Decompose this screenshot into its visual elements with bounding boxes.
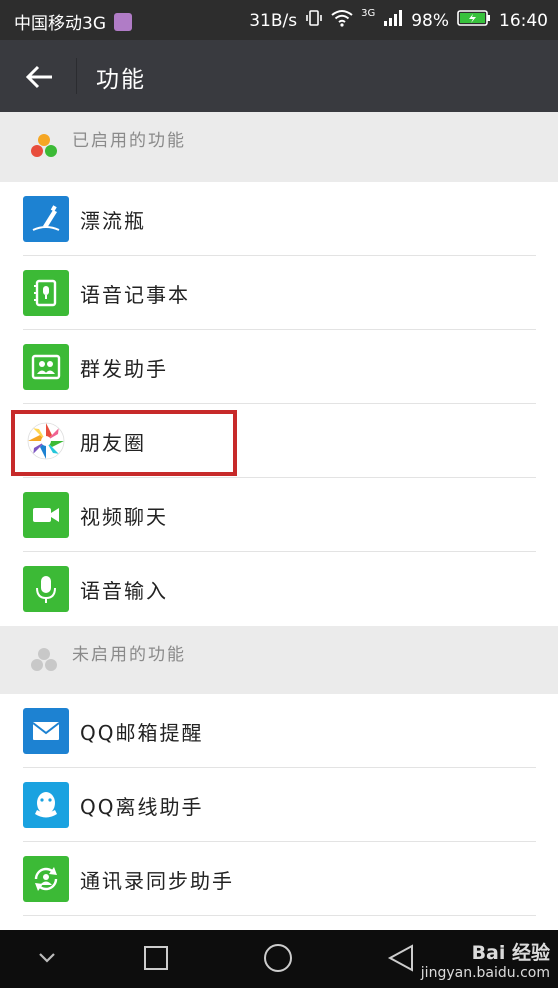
baidu-jingyan-watermark: Bai 经验 jingyan.baidu.com [421, 938, 550, 981]
feature-label: 语音记事本 [80, 283, 190, 307]
feature-row-mass-send[interactable]: 群发助手 [0, 330, 558, 404]
disabled-list: QQ邮箱提醒 QQ离线助手 通讯录同步助手 [0, 694, 558, 916]
title-divider [76, 58, 77, 94]
enabled-section-header: 已启用的功能 [0, 112, 558, 182]
feature-label: QQ离线助手 [80, 795, 204, 819]
vibrate-icon [305, 9, 323, 32]
grey-dots-icon [30, 646, 58, 674]
drift-bottle-icon [23, 196, 69, 242]
watermark-brand: Bai 经验 [471, 942, 550, 964]
disabled-section-label: 未启用的功能 [72, 645, 186, 665]
title-bar: 功能 [0, 40, 558, 112]
mass-send-icon [23, 344, 69, 390]
qq-penguin-icon [23, 782, 69, 828]
feature-row-video-chat[interactable]: 视频聊天 [0, 478, 558, 552]
status-bar: 中国移动3G 31B/s 3G 98% 16:40 [0, 0, 558, 40]
voice-notebook-icon [23, 270, 69, 316]
feature-label: 视频聊天 [80, 505, 168, 529]
feature-row-qq-offline[interactable]: QQ离线助手 [0, 768, 558, 842]
feature-row-drift-bottle[interactable]: 漂流瓶 [0, 182, 558, 256]
feature-label: 漂流瓶 [80, 209, 146, 233]
carrier-text: 中国移动3G [14, 14, 106, 34]
highlight-box [11, 410, 237, 476]
watermark-url: jingyan.baidu.com [420, 965, 550, 981]
row-divider [23, 915, 536, 916]
network-type: 3G [361, 8, 376, 19]
home-icon[interactable] [262, 942, 294, 978]
feature-row-voice-notebook[interactable]: 语音记事本 [0, 256, 558, 330]
mail-icon [23, 708, 69, 754]
page-title: 功能 [96, 67, 146, 93]
video-chat-icon [23, 492, 69, 538]
network-speed: 31B/s [249, 10, 298, 31]
clock: 16:40 [499, 10, 548, 31]
hide-nav-chevron-icon[interactable] [36, 948, 58, 972]
feature-row-voice-input[interactable]: 语音输入 [0, 552, 558, 626]
enabled-section-label: 已启用的功能 [72, 131, 186, 151]
colored-dots-icon [30, 132, 58, 160]
feature-label: QQ邮箱提醒 [80, 721, 204, 745]
feature-label: 语音输入 [80, 579, 168, 603]
feature-row-qq-mail[interactable]: QQ邮箱提醒 [0, 694, 558, 768]
signal-icon [383, 9, 403, 32]
feature-label: 群发助手 [80, 357, 168, 381]
back-arrow-icon[interactable] [22, 60, 56, 94]
enabled-list: 漂流瓶 语音记事本 群发助手 朋友圈 视频聊天 语音输入 [0, 182, 558, 626]
feature-row-sync-contacts[interactable]: 通讯录同步助手 [0, 842, 558, 916]
battery-percent: 98% [411, 10, 449, 31]
back-triangle-icon[interactable] [386, 943, 416, 977]
app-notification-icon [114, 12, 132, 31]
recent-apps-icon[interactable] [142, 944, 170, 976]
disabled-section-header: 未启用的功能 [0, 626, 558, 694]
sync-contacts-icon [23, 856, 69, 902]
feature-label: 通讯录同步助手 [80, 869, 234, 893]
wifi-icon [331, 9, 353, 32]
battery-icon [457, 9, 491, 32]
microphone-icon [23, 566, 69, 612]
